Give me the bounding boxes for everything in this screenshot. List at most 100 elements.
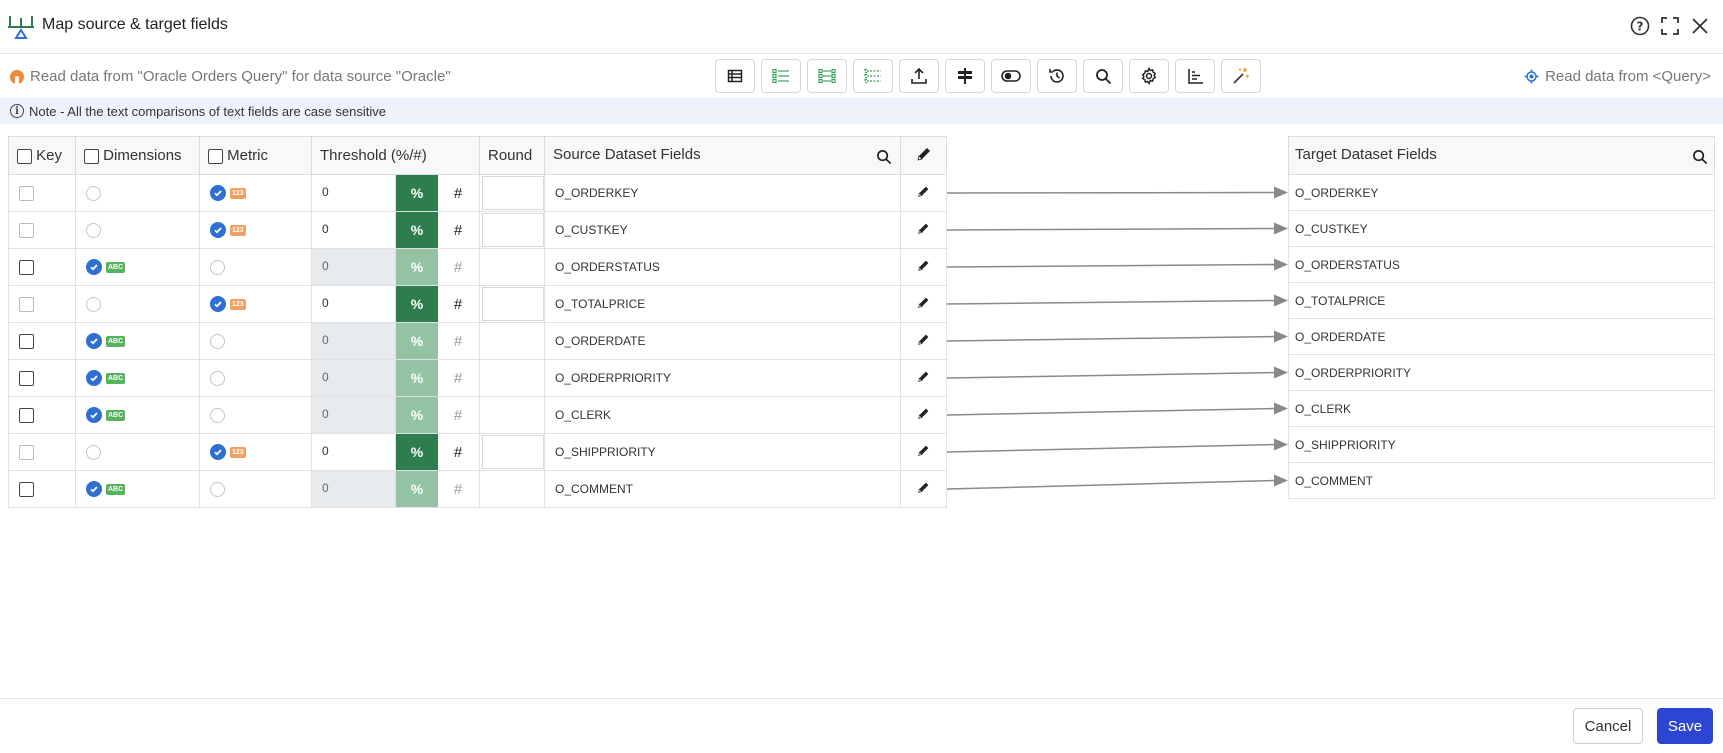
key-checkbox[interactable]	[19, 222, 34, 238]
key-checkbox[interactable]	[19, 444, 34, 460]
key-checkbox[interactable]	[19, 481, 34, 497]
edit-cell	[900, 285, 947, 323]
target-row: O_CLERK	[1288, 390, 1715, 427]
dimension-radio[interactable]	[86, 222, 101, 238]
key-checkbox[interactable]	[19, 296, 34, 312]
threshold-input: 0	[312, 471, 396, 507]
target-field-name: O_TOTALPRICE	[1288, 282, 1715, 319]
key-checkbox[interactable]	[19, 333, 34, 349]
source-search-icon[interactable]	[876, 149, 892, 165]
edit-pencil-icon[interactable]	[917, 185, 930, 198]
dimensions-select-all-checkbox[interactable]	[84, 148, 99, 164]
source-row: 123 0% # O_CUSTKEY	[8, 211, 947, 249]
metric-radio[interactable]	[210, 370, 225, 386]
dimension-checked-radio[interactable]	[86, 333, 102, 349]
metric-cell	[199, 322, 312, 360]
threshold-input: 0	[312, 397, 396, 433]
text-type-badge: ABC	[106, 261, 126, 273]
metric-checked-radio[interactable]	[210, 185, 226, 201]
threshold-input[interactable]: 0	[312, 434, 396, 470]
history-button[interactable]	[1037, 59, 1077, 93]
search-button[interactable]	[1083, 59, 1123, 93]
dimension-radio[interactable]	[86, 444, 101, 460]
edit-pencil-icon[interactable]	[917, 444, 930, 457]
dimension-checked-radio[interactable]	[86, 370, 102, 386]
help-icon[interactable]: ?	[1628, 14, 1652, 38]
threshold-input[interactable]: 0	[312, 286, 396, 322]
search-icon	[1095, 68, 1111, 84]
round-input[interactable]	[482, 287, 544, 321]
number-toggle[interactable]: #	[438, 444, 478, 461]
round-input	[482, 472, 544, 506]
source-field-name: O_COMMENT	[544, 470, 901, 508]
signpost-button[interactable]	[945, 59, 985, 93]
close-icon[interactable]	[1688, 14, 1712, 38]
target-row: O_ORDERSTATUS	[1288, 246, 1715, 283]
percent-toggle[interactable]: %	[396, 175, 438, 211]
metric-checked-radio[interactable]	[210, 296, 226, 312]
table-view-button[interactable]	[715, 59, 755, 93]
key-checkbox[interactable]	[19, 407, 34, 423]
magic-wand-button[interactable]	[1221, 59, 1261, 93]
metric-checked-radio[interactable]	[210, 222, 226, 238]
key-checkbox[interactable]	[19, 259, 34, 275]
dialog-footer: Cancel Save	[0, 698, 1723, 753]
edit-pencil-icon[interactable]	[917, 370, 930, 383]
edit-pencil-icon[interactable]	[917, 222, 930, 235]
edit-pencil-icon[interactable]	[917, 481, 930, 494]
percent-toggle[interactable]: %	[396, 434, 438, 470]
edit-pencil-icon[interactable]	[917, 296, 930, 309]
percent-toggle[interactable]: %	[396, 286, 438, 322]
percent-toggle[interactable]: %	[396, 212, 438, 248]
edit-pencil-icon[interactable]	[917, 259, 930, 272]
dimension-checked-radio[interactable]	[86, 259, 102, 275]
mapping-arrow-head	[1274, 186, 1288, 199]
metric-select-all-checkbox[interactable]	[208, 148, 223, 164]
expand-icon[interactable]	[1658, 14, 1682, 38]
key-checkbox[interactable]	[19, 370, 34, 386]
target-search-icon[interactable]	[1692, 149, 1708, 165]
edit-cell	[900, 248, 947, 286]
toggle-button[interactable]	[991, 59, 1031, 93]
dimension-radio[interactable]	[86, 185, 101, 201]
target-field-name: O_ORDERPRIORITY	[1288, 354, 1715, 391]
list-dashed-button[interactable]	[853, 59, 893, 93]
threshold-input[interactable]: 0	[312, 212, 396, 248]
metric-cell: 123	[199, 174, 312, 212]
edit-cell	[900, 433, 947, 471]
metric-header-label: Metric	[227, 147, 269, 164]
chart-button[interactable]	[1175, 59, 1215, 93]
round-input[interactable]	[482, 213, 544, 247]
dimension-checked-radio[interactable]	[86, 407, 102, 423]
number-toggle: #	[453, 406, 463, 424]
metric-cell	[199, 470, 312, 508]
metric-radio[interactable]	[210, 481, 225, 497]
list-check-alt-button[interactable]	[807, 59, 847, 93]
metric-checked-radio[interactable]	[210, 444, 226, 460]
number-toggle[interactable]: #	[438, 222, 478, 239]
dimension-checked-radio[interactable]	[86, 481, 102, 497]
number-toggle[interactable]: #	[438, 296, 478, 313]
edit-pencil-icon[interactable]	[917, 407, 930, 420]
metric-cell: 123	[199, 285, 312, 323]
key-cell	[8, 211, 76, 249]
save-button[interactable]: Save	[1657, 708, 1713, 744]
key-select-all-checkbox[interactable]	[17, 148, 32, 164]
upload-button[interactable]	[899, 59, 939, 93]
settings-button[interactable]	[1129, 59, 1169, 93]
edit-cell	[900, 359, 947, 397]
dimension-radio[interactable]	[86, 296, 101, 312]
number-toggle[interactable]: #	[438, 185, 478, 202]
target-field-name: O_ORDERSTATUS	[1288, 246, 1715, 283]
edit-pencil-icon[interactable]	[917, 333, 930, 346]
metric-radio[interactable]	[210, 259, 225, 275]
threshold-input[interactable]: 0	[312, 175, 396, 211]
round-input[interactable]	[482, 176, 544, 210]
key-checkbox[interactable]	[19, 185, 34, 201]
metric-radio[interactable]	[210, 407, 225, 423]
round-input[interactable]	[482, 435, 544, 469]
cancel-button[interactable]: Cancel	[1573, 708, 1643, 744]
pencil-icon[interactable]	[916, 146, 932, 162]
metric-radio[interactable]	[210, 333, 225, 349]
list-check-button[interactable]	[761, 59, 801, 93]
